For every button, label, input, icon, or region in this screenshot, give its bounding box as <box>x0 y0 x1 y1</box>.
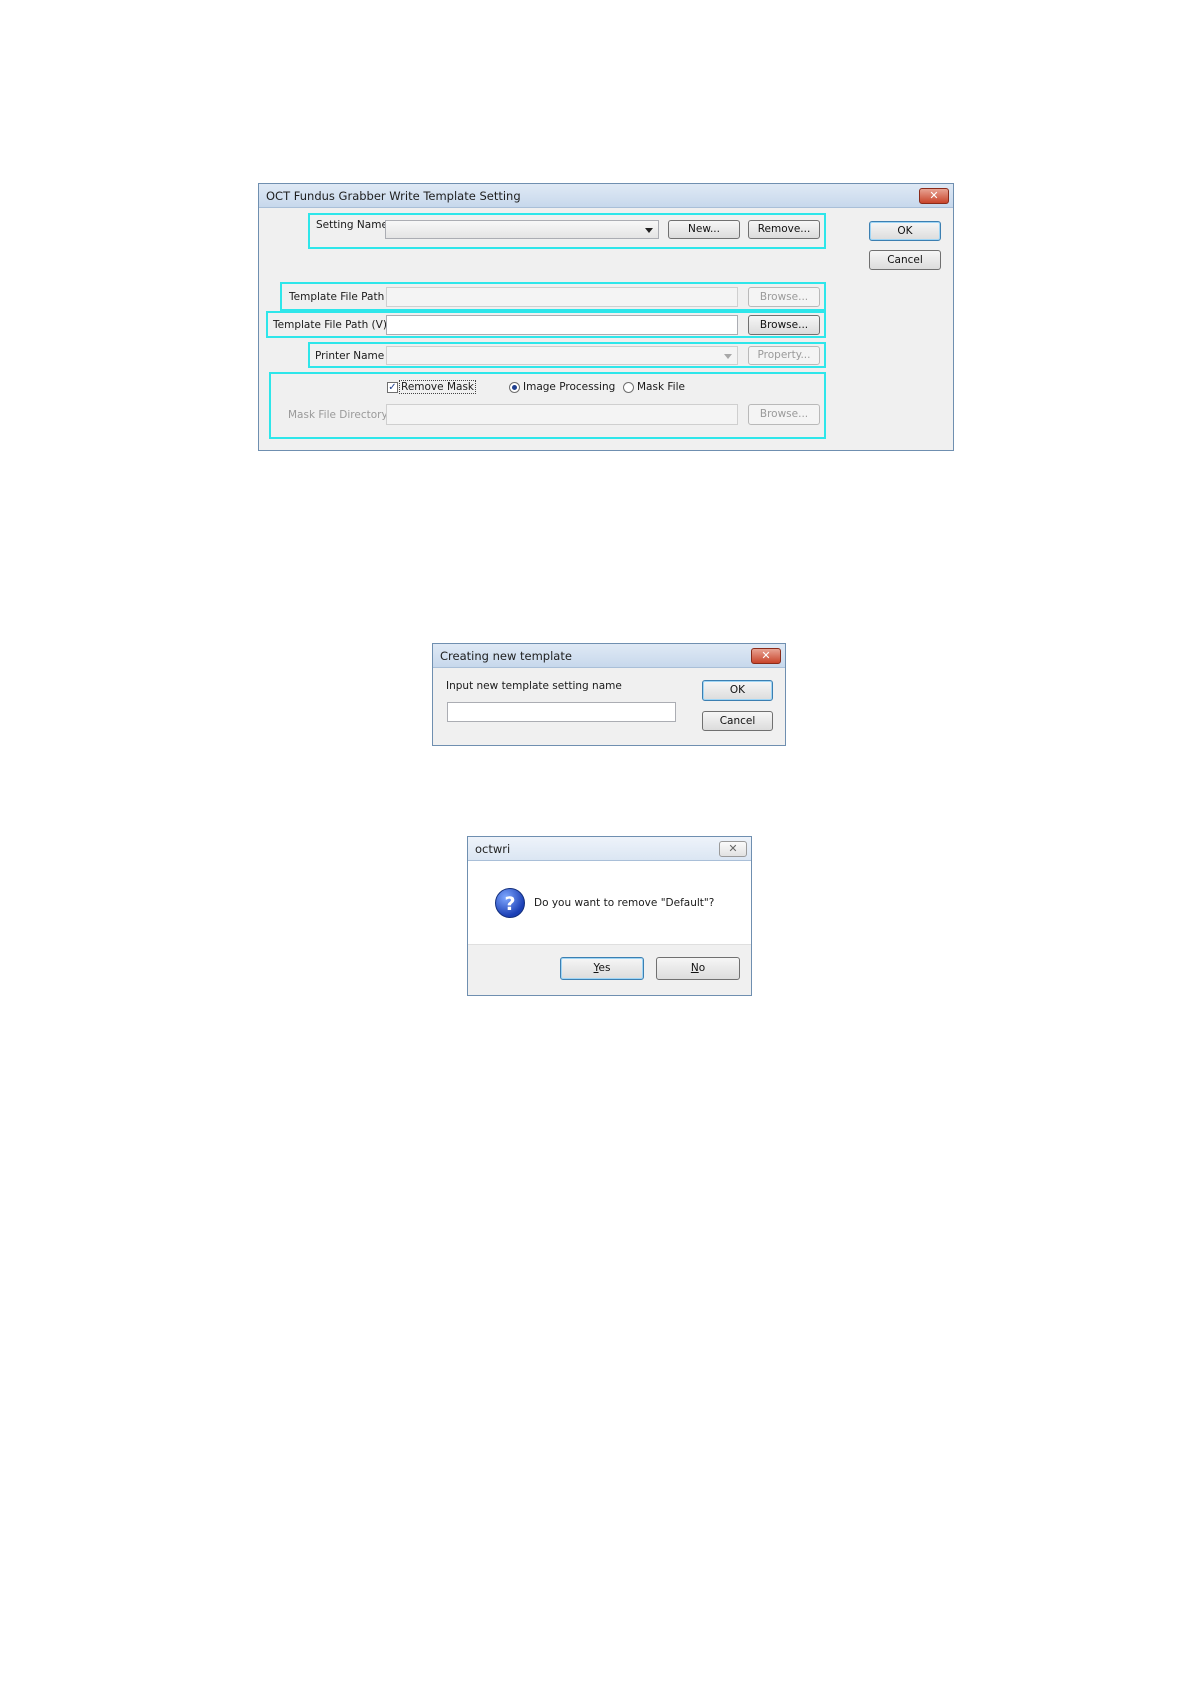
ok-button[interactable]: OK <box>869 221 941 241</box>
remove-confirm-message: Do you want to remove "Default"? <box>534 897 715 909</box>
mask-file-label[interactable]: Mask File <box>637 381 685 393</box>
cancel-button[interactable]: Cancel <box>869 250 941 270</box>
cancel-button[interactable]: Cancel <box>702 711 773 731</box>
template-setting-dialog: OCT Fundus Grabber Write Template Settin… <box>258 183 954 451</box>
no-label-rest: o <box>698 962 706 974</box>
browse-button-template-v[interactable]: Browse... <box>748 315 820 335</box>
title-bar[interactable]: Creating new template ✕ <box>433 644 785 668</box>
browse-button-template[interactable]: Browse... <box>748 287 820 307</box>
setting-name-dropdown[interactable] <box>385 220 659 239</box>
template-file-path-label: Template File Path <box>289 291 385 303</box>
new-button[interactable]: New... <box>668 220 740 239</box>
template-file-path-v-input[interactable] <box>386 315 738 335</box>
dialog-title: Creating new template <box>440 649 572 663</box>
property-button[interactable]: Property... <box>748 346 820 365</box>
remove-confirm-dialog: octwri ✕ ? Do you want to remove "Defaul… <box>467 836 752 996</box>
no-button[interactable]: No <box>656 957 740 980</box>
title-bar[interactable]: OCT Fundus Grabber Write Template Settin… <box>259 184 953 208</box>
remove-mask-label[interactable]: Remove Mask <box>399 380 476 394</box>
question-icon: ? <box>495 888 525 918</box>
mask-file-directory-input[interactable] <box>386 404 738 425</box>
new-template-prompt: Input new template setting name <box>446 680 622 692</box>
template-name-input[interactable] <box>447 702 676 722</box>
mask-file-radio[interactable] <box>623 382 634 393</box>
image-processing-radio[interactable] <box>509 382 520 393</box>
close-icon[interactable]: ✕ <box>919 188 949 204</box>
template-file-path-input[interactable] <box>386 287 738 307</box>
title-bar[interactable]: octwri ✕ <box>468 837 751 861</box>
yes-button[interactable]: Yes <box>560 957 644 980</box>
dialog-title: OCT Fundus Grabber Write Template Settin… <box>266 189 521 203</box>
printer-name-label: Printer Name <box>315 350 385 362</box>
remove-button[interactable]: Remove... <box>748 220 820 239</box>
template-file-path-v-label: Template File Path (V) <box>273 319 387 331</box>
printer-name-dropdown[interactable] <box>386 346 738 365</box>
close-icon[interactable]: ✕ <box>751 648 781 664</box>
yes-label-rest: es <box>598 962 611 974</box>
remove-mask-checkbox[interactable]: ✓ <box>387 382 398 393</box>
close-icon[interactable]: ✕ <box>719 841 747 857</box>
image-processing-label[interactable]: Image Processing <box>523 381 615 393</box>
setting-name-label: Setting Name <box>316 219 388 231</box>
create-template-dialog: Creating new template ✕ Input new templa… <box>432 643 786 746</box>
mask-file-directory-label: Mask File Directory <box>288 409 388 421</box>
no-mnemonic: N <box>690 962 699 974</box>
browse-button-mask[interactable]: Browse... <box>748 404 820 425</box>
dialog-title: octwri <box>475 842 511 856</box>
ok-button[interactable]: OK <box>702 680 773 701</box>
chevron-down-icon <box>645 228 653 233</box>
chevron-down-icon <box>724 354 732 359</box>
